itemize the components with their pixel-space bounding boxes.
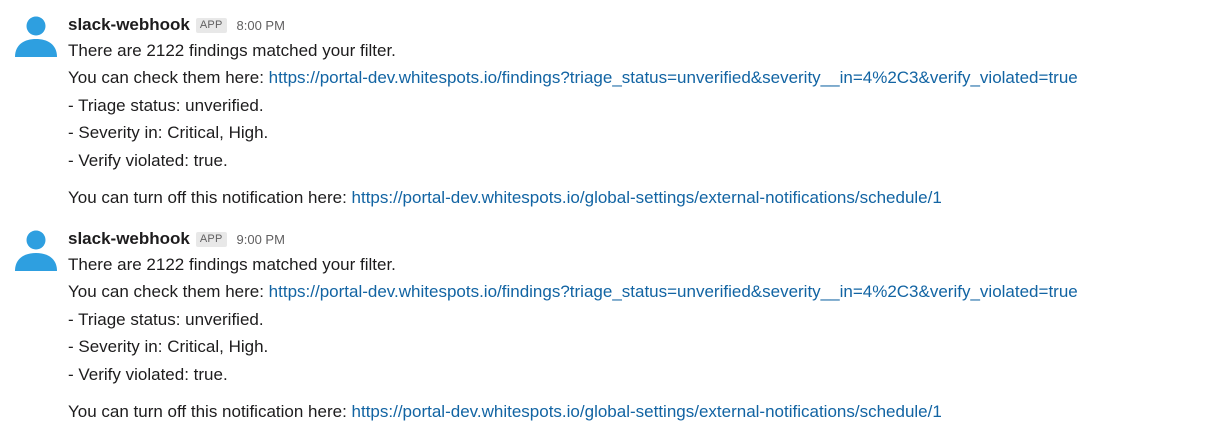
summary-text: There are 2122 findings matched your fil… [68, 41, 396, 60]
sender-name[interactable]: slack-webhook [68, 229, 190, 249]
findings-link[interactable]: https://portal-dev.whitespots.io/finding… [269, 282, 1078, 301]
filter-severity: - Severity in: Critical, High. [68, 337, 269, 357]
turn-off-link[interactable]: https://portal-dev.whitespots.io/global-… [352, 188, 942, 207]
message-2: slack-webhook APP 9:00 PM There are 2122… [0, 227, 1230, 427]
filter-triage-status: - Triage status: unverified. [68, 309, 264, 329]
summary-text: There are 2122 findings matched your fil… [68, 255, 396, 274]
check-line: You can check them here: https://portal-… [68, 278, 1230, 305]
filter-triage-status: - Triage status: unverified. [68, 95, 264, 115]
filter-verify-violated: - Verify violated: true. [68, 364, 228, 384]
app-badge: APP [195, 231, 227, 247]
filter-verify-violated: - Verify violated: true. [68, 150, 228, 170]
turn-off-line: You can turn off this notification here:… [68, 398, 1230, 425]
app-badge: APP [195, 17, 227, 33]
message-content: slack-webhook APP 9:00 PM There are 2122… [68, 227, 1230, 425]
turn-off-prefix: You can turn off this notification here: [68, 187, 352, 207]
user-avatar-icon[interactable] [14, 227, 58, 271]
turn-off-line: You can turn off this notification here:… [68, 184, 1230, 211]
sender-name[interactable]: slack-webhook [68, 15, 190, 35]
message-1: slack-webhook APP 8:00 PM There are 2122… [0, 13, 1230, 213]
turn-off-link[interactable]: https://portal-dev.whitespots.io/global-… [352, 402, 942, 421]
message-header: slack-webhook APP 8:00 PM [68, 13, 1230, 37]
message-content: slack-webhook APP 8:00 PM There are 2122… [68, 13, 1230, 211]
check-line: You can check them here: https://portal-… [68, 64, 1230, 91]
timestamp[interactable]: 8:00 PM [237, 18, 285, 33]
user-avatar-icon[interactable] [14, 13, 58, 57]
filter-severity: - Severity in: Critical, High. [68, 123, 269, 143]
check-prefix: You can check them here: [68, 68, 269, 88]
turn-off-prefix: You can turn off this notification here: [68, 401, 352, 421]
message-header: slack-webhook APP 9:00 PM [68, 227, 1230, 251]
findings-link[interactable]: https://portal-dev.whitespots.io/finding… [269, 68, 1078, 87]
check-prefix: You can check them here: [68, 282, 269, 302]
timestamp[interactable]: 9:00 PM [237, 232, 285, 247]
